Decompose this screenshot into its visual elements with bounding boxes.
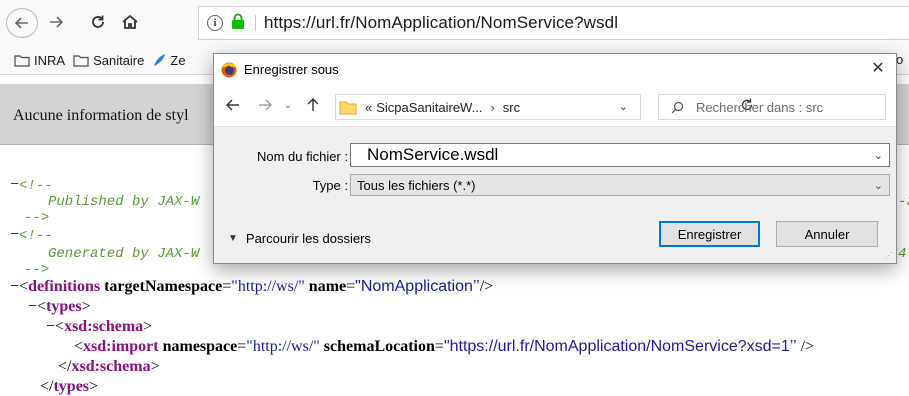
filename-input[interactable]: NomService.wsdl ⌄	[350, 143, 890, 167]
chevron-down-icon: ▼	[228, 233, 238, 244]
bookmark-label: INRA	[34, 52, 66, 68]
type-label: Type :	[312, 178, 348, 193]
arrow-right-icon[interactable]	[256, 96, 274, 114]
chevron-down-icon[interactable]: ⌄	[619, 100, 628, 113]
dialog-title: Enregistrer sous	[244, 62, 339, 77]
file-type-select[interactable]: Tous les fichiers (*.*) ⌄	[350, 174, 890, 196]
forward-button[interactable]	[44, 8, 68, 36]
search-placeholder: Rechercher dans : src	[696, 99, 824, 115]
xml-comment-2-text: Generated by JAX-W	[48, 246, 200, 262]
collapse-toggle[interactable]: −	[10, 176, 19, 193]
folder-icon	[339, 101, 357, 115]
arrow-left-icon	[14, 17, 28, 29]
xml-import-line: <xsd:import namespace="http://ws/" schem…	[74, 338, 815, 355]
url-text[interactable]: https://url.fr/NomApplication/NomService…	[264, 13, 618, 33]
xml-comment-2: −<!--	[10, 226, 53, 244]
collapse-toggle[interactable]: −	[10, 226, 19, 243]
search-icon	[671, 101, 684, 113]
resize-grip-icon[interactable]: ⋰	[885, 251, 893, 260]
reload-button[interactable]	[86, 8, 110, 36]
chevron-right-icon: ›	[490, 99, 495, 115]
home-icon	[122, 14, 138, 29]
dialog-navigation: ⌄ « SicpaSanitaireW... › src ⌄ Recherche…	[214, 84, 896, 127]
collapse-toggle[interactable]: −	[28, 298, 37, 315]
filename-label: Nom du fichier :	[256, 149, 348, 164]
path-current[interactable]: src	[503, 100, 520, 115]
bookmark-overflow-text[interactable]: o	[896, 52, 903, 67]
path-parent[interactable]: SicpaSanitaireW...	[376, 100, 482, 115]
xml-comment-2-tail: 4	[898, 246, 907, 262]
info-icon[interactable]: i	[207, 15, 223, 31]
folder-icon	[14, 54, 30, 67]
bookmark-label: Ze	[170, 52, 186, 68]
xml-types-line: −<types>	[28, 298, 91, 315]
dialog-titlebar[interactable]: Enregistrer sous ✕	[214, 54, 896, 84]
arrow-up-icon[interactable]	[304, 96, 322, 114]
xml-schema-line: −<xsd:schema>	[46, 318, 153, 335]
xml-comment-1-close: -->	[24, 210, 50, 226]
xml-schema-close-line: </xsd:schema>	[58, 358, 160, 375]
filename-value: NomService.wsdl	[367, 145, 499, 164]
xml-comment-1-text: Published by JAX-W	[48, 194, 200, 210]
collapse-toggle[interactable]: −	[10, 278, 19, 295]
home-button[interactable]	[118, 8, 142, 36]
url-separator	[255, 15, 256, 31]
xml-notice-text: Aucune information de styl	[13, 107, 189, 124]
arrow-left-icon[interactable]	[224, 96, 242, 114]
collapse-toggle[interactable]: −	[46, 318, 55, 335]
xml-comment-1-tail: -3	[898, 194, 909, 210]
chevron-down-icon[interactable]: ⌄	[874, 149, 883, 162]
bookmark-label: Sanitaire	[93, 52, 145, 68]
arrow-right-icon	[50, 16, 64, 28]
xml-comment-1: −<!--	[10, 176, 53, 194]
address-bar[interactable]: i https://url.fr/NomApplication/NomServi…	[198, 6, 909, 40]
browser-toolbar: i https://url.fr/NomApplication/NomServi…	[0, 0, 909, 46]
reload-icon	[92, 15, 104, 28]
chevron-down-icon[interactable]: ⌄	[874, 179, 883, 192]
xml-types-close-line: </types>	[40, 378, 99, 395]
bookmark-ze[interactable]: Ze	[152, 52, 186, 68]
path-prefix: «	[365, 99, 373, 115]
folder-icon	[73, 54, 89, 67]
save-as-dialog: Enregistrer sous ✕ ⌄ « SicpaSanitaireW..…	[213, 53, 897, 264]
firefox-icon	[221, 62, 237, 78]
path-breadcrumb[interactable]: « SicpaSanitaireW... › src ⌄	[335, 94, 641, 120]
save-button[interactable]: Enregistrer	[659, 221, 760, 247]
feather-icon	[154, 54, 166, 66]
xml-definitions-line: −<definitions targetNamespace="http://ws…	[10, 278, 494, 295]
bookmark-inra[interactable]: INRA	[14, 53, 65, 68]
folder-search-input[interactable]: Rechercher dans : src	[658, 94, 886, 120]
close-icon[interactable]: ✕	[868, 58, 888, 78]
lock-icon[interactable]	[231, 13, 245, 34]
browse-folders-label: Parcourir les dossiers	[245, 231, 371, 246]
browse-folders-toggle[interactable]: ▼ Parcourir les dossiers	[228, 231, 371, 246]
bookmark-sanitaire[interactable]: Sanitaire	[73, 53, 144, 68]
chevron-down-icon[interactable]: ⌄	[282, 96, 294, 114]
file-type-value: Tous les fichiers (*.*)	[357, 177, 476, 193]
cancel-button[interactable]: Annuler	[776, 221, 878, 247]
back-button[interactable]	[6, 8, 38, 38]
xml-comment-2-close: -->	[24, 262, 50, 278]
